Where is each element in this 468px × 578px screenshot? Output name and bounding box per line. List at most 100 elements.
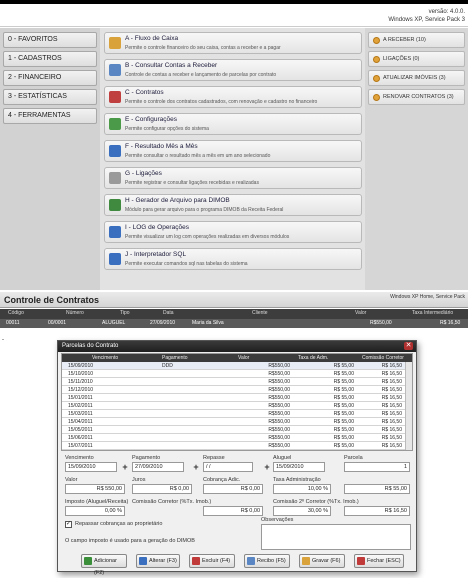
col-header[interactable]: Valor — [355, 310, 366, 316]
col-header[interactable]: Cliente — [252, 310, 268, 316]
menu-ferramentas[interactable]: 4 - FERRAMENTAS — [3, 108, 97, 124]
menu-cadastros[interactable]: 1 - CADASTROS — [3, 51, 97, 67]
col-header[interactable]: Vencimento — [92, 355, 118, 361]
table-row[interactable]: 15/04/2011 R$550,00 R$ 55,00 R$ 16,50 — [62, 418, 406, 426]
obs-textarea[interactable] — [261, 524, 411, 550]
a-receber-label: A RECEBER (10) — [383, 37, 426, 43]
gravar-button[interactable]: Gravar (F6) — [299, 554, 345, 568]
valor-field[interactable]: R$ 550,00 — [65, 484, 125, 494]
menu-dimob[interactable]: H - Gerador de Arquivo para DIMOB Módulo… — [104, 194, 362, 216]
ligacoes-label: LIGAÇÕES (0) — [383, 56, 420, 62]
item-desc: Permite registrar e consultar ligações r… — [125, 180, 259, 186]
calendar-plus-icon[interactable]: + — [263, 463, 271, 472]
item-desc: Módulo para gerar arquivo para o program… — [125, 207, 284, 213]
adicionar-button[interactable]: Adicionar (F2) — [81, 554, 127, 576]
close-icon[interactable]: ✕ — [404, 342, 413, 350]
calendar-plus-icon[interactable]: + — [121, 463, 129, 472]
bullet-icon — [373, 56, 380, 63]
comissao-label: Comissão Corretor (%Tx. Imob.) — [132, 499, 212, 505]
repassar-checkbox[interactable]: ✓ — [65, 521, 72, 528]
table-row[interactable]: 15/05/2011 R$550,00 R$ 55,00 R$ 16,50 — [62, 426, 406, 434]
menu-sql[interactable]: J - Interpretador SQL Permite executar c… — [104, 248, 362, 270]
recibo-button[interactable]: Recibo (F5) — [244, 554, 290, 568]
menu-fluxo-caixa[interactable]: A - Fluxo de Caixa Permite o controle fi… — [104, 32, 362, 54]
alterar-button[interactable]: Alterar (F3) — [136, 554, 180, 568]
table-row[interactable]: 15/12/2010 R$550,00 R$ 55,00 R$ 16,50 — [62, 386, 406, 394]
item-title: G - Ligações — [125, 170, 162, 177]
table-row[interactable]: 15/09/2010 DDD R$550,00 R$ 55,00 R$ 16,50 — [62, 362, 406, 370]
fechar-button[interactable]: Fechar (ESC) — [354, 554, 404, 568]
juros-label: Juros — [132, 477, 146, 483]
ligacoes-button[interactable]: LIGAÇÕES (0) — [368, 51, 465, 67]
aluguel-field[interactable]: 15/09/2010 — [273, 462, 325, 472]
col-header[interactable]: Data — [163, 310, 174, 316]
contracts-title: Controle de Contratos — [4, 295, 100, 305]
cobranca-field[interactable]: R$ 0,00 — [203, 484, 263, 494]
add-icon — [84, 557, 92, 565]
cell: R$ 55,00 — [333, 387, 354, 393]
receivables-icon — [109, 64, 121, 76]
table-row[interactable]: 15/02/2011 R$550,00 R$ 55,00 R$ 16,50 — [62, 402, 406, 410]
center-menu: A - Fluxo de Caixa Permite o controle fi… — [100, 28, 365, 290]
cell: 15/09/2010 — [68, 363, 94, 369]
table-row[interactable]: 15/01/2011 R$550,00 R$ 55,00 R$ 16,50 — [62, 394, 406, 402]
col-header[interactable]: Valor — [238, 355, 249, 361]
repasse-field[interactable]: / / — [203, 462, 253, 472]
menu-resultado[interactable]: F - Resultado Mês a Mês Permite consulta… — [104, 140, 362, 162]
cell: 15/05/2011 — [68, 427, 93, 433]
pagamento-field[interactable]: 27/09/2010 — [132, 462, 184, 472]
header-strip — [0, 0, 468, 4]
table-row[interactable]: 15/10/2010 R$550,00 R$ 55,00 R$ 16,50 — [62, 370, 406, 378]
taxa-valor-field[interactable]: R$ 55,00 — [344, 484, 410, 494]
menu-contas-receber[interactable]: B - Consultar Contas a Receber Controle … — [104, 59, 362, 81]
taxa-label: Taxa Administração — [273, 477, 321, 483]
a-receber-button[interactable]: A RECEBER (10) — [368, 32, 465, 48]
col-header[interactable]: Código — [8, 310, 24, 316]
bullet-icon — [373, 94, 380, 101]
bullet-icon — [373, 37, 380, 44]
calendar-plus-icon[interactable]: + — [192, 463, 200, 472]
cell: R$ 55,00 — [333, 443, 354, 449]
col-header[interactable]: Taxa Intermediário — [412, 310, 453, 316]
grid-scrollbar[interactable] — [405, 362, 412, 450]
excluir-button[interactable]: Excluir (F4) — [189, 554, 235, 568]
cell: 15/12/2010 — [68, 387, 94, 393]
cell: R$ 16,50 — [381, 371, 402, 377]
renovar-contratos-button[interactable]: RENOVAR CONTRATOS (3) — [368, 89, 465, 105]
table-row[interactable]: 15/11/2010 R$550,00 R$ 55,00 R$ 16,50 — [62, 378, 406, 386]
col-header[interactable]: Comissão Corretor — [362, 355, 404, 361]
cell: R$ 55,00 — [333, 419, 354, 425]
item-title: E - Configurações — [125, 116, 178, 123]
table-row[interactable]: 15/03/2011 R$550,00 R$ 55,00 R$ 16,50 — [62, 410, 406, 418]
juros-field[interactable]: R$ 0,00 — [132, 484, 192, 494]
col-header[interactable]: Número — [66, 310, 84, 316]
taxa-field[interactable]: 10,00 % — [273, 484, 331, 494]
cell: 15/02/2011 — [68, 403, 93, 409]
menu-configuracoes[interactable]: E - Configurações Permite configurar opç… — [104, 113, 362, 135]
col-header[interactable]: Pagamento — [162, 355, 188, 361]
menu-log[interactable]: I - LOG de Operações Permite visualizar … — [104, 221, 362, 243]
table-row[interactable]: 00011 00/0001 ALUGUEL 27/09/2010 Maria d… — [0, 319, 468, 328]
comissao2-valor-field[interactable]: R$ 16,50 — [344, 506, 410, 516]
imposto-field[interactable]: 0,00 % — [65, 506, 125, 516]
col-header[interactable]: Taxa de Adm. — [298, 355, 328, 361]
table-row[interactable]: 15/07/2011 R$550,00 R$ 55,00 R$ 16,50 — [62, 442, 406, 450]
atualizar-imoveis-button[interactable]: ATUALIZAR IMÓVEIS (3) — [368, 70, 465, 86]
dimob-icon — [109, 199, 121, 211]
comissao-field[interactable]: R$ 0,00 — [203, 506, 263, 516]
renovar-contratos-label: RENOVAR CONTRATOS (3) — [383, 94, 454, 100]
menu-favoritos[interactable]: 0 - FAVORITOS — [3, 32, 97, 48]
comissao2-field[interactable]: 30,00 % — [273, 506, 331, 516]
table-row[interactable]: 15/06/2011 R$550,00 R$ 55,00 R$ 16,50 — [62, 434, 406, 442]
item-title: H - Gerador de Arquivo para DIMOB — [125, 197, 230, 204]
cell: R$ 16,50 — [381, 419, 402, 425]
parcela-field[interactable]: 1 — [344, 462, 410, 472]
bullet-icon — [373, 75, 380, 82]
col-header[interactable]: Tipo — [120, 310, 130, 316]
menu-contratos[interactable]: C - Contratos Permite o controle dos con… — [104, 86, 362, 108]
parcelas-dialog: Parcelas do Contrato ✕ Vencimento Pagame… — [57, 340, 417, 576]
vencimento-field[interactable]: 15/09/2010 — [65, 462, 117, 472]
menu-ligacoes[interactable]: G - Ligações Permite registrar e consult… — [104, 167, 362, 189]
menu-estatisticas[interactable]: 3 - ESTATÍSTICAS — [3, 89, 97, 105]
menu-financeiro[interactable]: 2 - FINANCEIRO — [3, 70, 97, 86]
